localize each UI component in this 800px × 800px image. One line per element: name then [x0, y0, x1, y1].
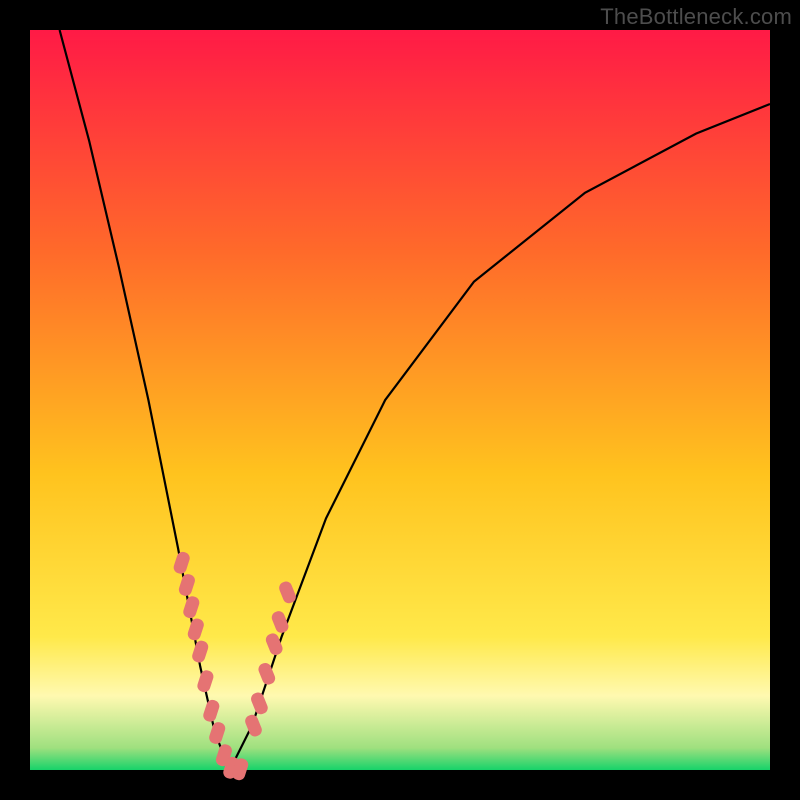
curve-marker [182, 595, 201, 620]
curve-marker [196, 669, 215, 694]
curve-marker [249, 691, 269, 716]
curve-marker [177, 573, 196, 598]
curve-marker [208, 721, 227, 746]
curve-marker [257, 661, 277, 686]
bottleneck-curve [60, 30, 770, 770]
curve-marker [172, 550, 191, 575]
curve-marker [202, 698, 221, 723]
curve-marker [191, 639, 210, 664]
watermark-text: TheBottleneck.com [600, 4, 792, 30]
curve-marker [186, 617, 205, 642]
